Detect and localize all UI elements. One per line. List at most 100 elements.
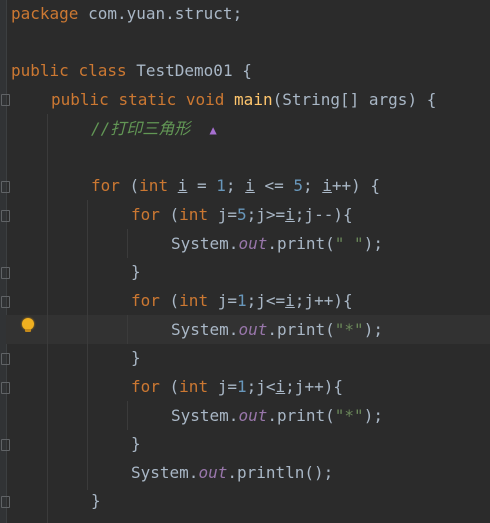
code-text: ; [225, 176, 246, 195]
code-line-close-brace[interactable]: } [131, 259, 141, 285]
indent-guide [127, 315, 128, 344]
code-line-print-star-1[interactable]: System.out.print("*"); [171, 317, 383, 343]
fold-marker-icon[interactable] [1, 94, 10, 106]
fold-marker-icon[interactable] [1, 181, 10, 193]
variable: i [285, 291, 295, 310]
variable: i [322, 176, 332, 195]
code-line-for-stars-1[interactable]: for (int j=1;j<=i;j++){ [131, 288, 353, 314]
string-literal: "*" [334, 320, 364, 339]
code-text: } [131, 348, 141, 367]
code-line-package[interactable]: package com.yuan.struct; [11, 1, 242, 27]
code-line-outer-for[interactable]: for (int i = 1; i <= 5; i++) { [91, 173, 380, 199]
code-text: } [131, 262, 141, 281]
keyword: package [11, 4, 79, 23]
code-text: TestDemo01 { [126, 61, 252, 80]
code-text: com.yuan.struct; [78, 4, 243, 23]
static-field: out [198, 463, 228, 482]
code-line-println[interactable]: System.out.println(); [131, 460, 333, 486]
keyword: public [51, 90, 109, 109]
fold-marker-icon[interactable] [1, 210, 10, 222]
code-text: = [187, 176, 217, 195]
keyword: for [131, 291, 160, 310]
keyword: static [118, 90, 177, 109]
indent-guide [87, 200, 88, 490]
code-text: (String[] args) { [272, 90, 437, 109]
keyword: public [11, 61, 69, 80]
code-text: ( [159, 205, 180, 224]
code-text: ;j++){ [285, 377, 343, 396]
code-text: .println(); [227, 463, 334, 482]
number-literal: 1 [216, 176, 226, 195]
string-literal: " " [334, 234, 364, 253]
code-line-close-brace[interactable]: } [91, 488, 101, 514]
static-field: out [238, 320, 268, 339]
code-text: ( [159, 377, 180, 396]
fold-marker-icon[interactable] [1, 296, 10, 308]
code-text: System. [131, 463, 199, 482]
code-text: ; [302, 176, 323, 195]
code-text: ;j< [246, 377, 276, 396]
string-literal: "*" [334, 406, 364, 425]
number-literal: 1 [236, 291, 247, 310]
variable: i [245, 176, 255, 195]
code-text: ;j--){ [294, 205, 353, 224]
indent-guide [127, 229, 128, 258]
fold-marker-icon[interactable] [1, 353, 10, 365]
code-line-close-brace[interactable]: } [131, 345, 141, 371]
code-line-class-declaration[interactable]: public class TestDemo01 { [11, 58, 252, 84]
code-line-for-spaces[interactable]: for (int j=5;j>=i;j--){ [131, 202, 353, 228]
code-text: .print( [267, 320, 335, 339]
keyword: int [139, 176, 169, 195]
variable: i [177, 176, 188, 195]
fold-marker-icon[interactable] [1, 382, 10, 394]
variable: i [275, 377, 286, 396]
code-text: ); [363, 320, 383, 339]
code-text: <= [254, 176, 294, 195]
code-text: System. [171, 406, 239, 425]
keyword: class [78, 61, 127, 80]
code-line-comment[interactable]: //打印三角形 ▲ [91, 116, 217, 142]
method-name: main [234, 90, 273, 109]
keyword: int [179, 377, 209, 396]
code-text: ); [363, 234, 383, 253]
code-text: ;j<= [246, 291, 286, 310]
code-line-print-space[interactable]: System.out.print(" "); [171, 231, 383, 257]
fold-marker-icon[interactable] [1, 496, 10, 508]
indent-guide [47, 114, 48, 523]
fold-marker-icon[interactable] [1, 439, 10, 451]
fold-marker-icon[interactable] [1, 267, 10, 279]
keyword: int [179, 205, 209, 224]
code-line-for-stars-2[interactable]: for (int j=1;j<i;j++){ [131, 374, 343, 400]
triangle-marker-icon: ▲ [209, 123, 217, 137]
code-line-close-brace[interactable]: } [131, 431, 141, 457]
code-text: j= [208, 377, 237, 396]
code-line-print-star-2[interactable]: System.out.print("*"); [171, 403, 383, 429]
code-editor[interactable]: package com.yuan.struct; public class Te… [0, 0, 490, 523]
keyword: for [131, 377, 160, 396]
code-text: ++) { [331, 176, 381, 195]
code-text: .print( [267, 406, 335, 425]
comment: //打印三角形 [91, 119, 191, 138]
code-line-main-method[interactable]: public static void main(String[] args) { [51, 87, 436, 113]
indent-guide [127, 401, 128, 430]
code-text: j= [208, 291, 237, 310]
keyword: for [131, 205, 160, 224]
code-text: System. [171, 234, 239, 253]
code-text: ;j>= [246, 205, 286, 224]
code-text: System. [171, 320, 239, 339]
keyword: for [91, 176, 120, 195]
code-text: .print( [267, 234, 335, 253]
variable: i [285, 205, 295, 224]
number-literal: 1 [236, 377, 247, 396]
keyword: void [185, 90, 225, 109]
code-text: } [131, 434, 141, 453]
code-text: ( [159, 291, 180, 310]
lightbulb-icon[interactable] [22, 318, 34, 332]
keyword: int [179, 291, 209, 310]
code-text: ( [119, 176, 140, 195]
code-text: ;j++){ [294, 291, 353, 310]
code-text: } [91, 491, 101, 510]
number-literal: 5 [293, 176, 303, 195]
static-field: out [238, 406, 268, 425]
static-field: out [238, 234, 268, 253]
